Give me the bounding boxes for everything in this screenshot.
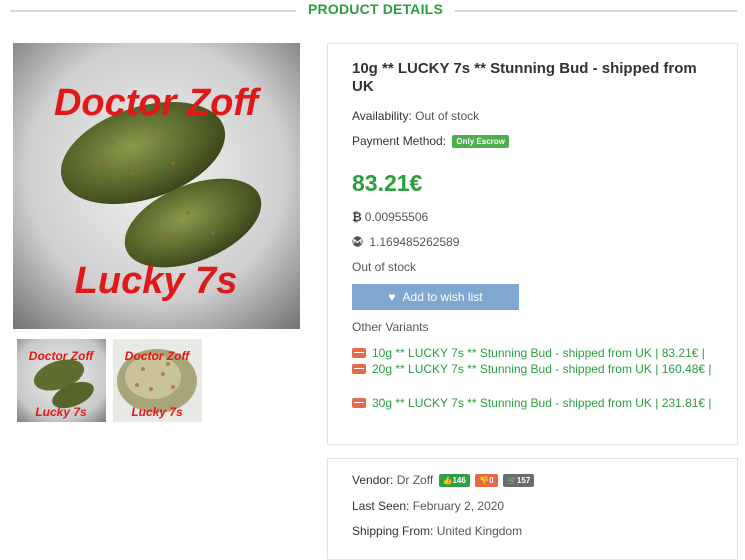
positive-count: 146: [452, 476, 466, 485]
thumbnail-caption-bottom: Lucky 7s: [35, 405, 87, 419]
divider-right: [455, 10, 737, 12]
product-price: 83.21€: [352, 170, 423, 196]
shipping-from-label: Shipping From:: [352, 524, 434, 538]
availability-value: Out of stock: [415, 109, 480, 123]
wishlist-label: Add to wish list: [402, 290, 483, 304]
variant-link-10g[interactable]: 10g ** LUCKY 7s ** Stunning Bud - shippe…: [352, 346, 705, 360]
positive-feedback-badge: 👍146: [438, 474, 470, 487]
product-info-card: 10g ** LUCKY 7s ** Stunning Bud - shippe…: [327, 43, 738, 445]
divider-left: [10, 10, 296, 12]
thumbnail-caption-top: Doctor Zoff: [125, 349, 190, 363]
image-caption-bottom: Lucky 7s: [75, 260, 238, 302]
variant-text: 20g ** LUCKY 7s ** Stunning Bud - shippe…: [372, 362, 712, 376]
escrow-badge: Only Escrow: [452, 135, 509, 148]
other-variants-label: Other Variants: [352, 320, 429, 334]
shop-icon: [352, 364, 366, 374]
variant-link-30g[interactable]: 30g ** LUCKY 7s ** Stunning Bud - shippe…: [352, 396, 712, 410]
btc-price: 0.00955506: [364, 210, 429, 224]
negative-count: 0: [489, 476, 494, 485]
variant-link-20g[interactable]: 20g ** LUCKY 7s ** Stunning Bud - shippe…: [352, 362, 712, 376]
payment-method-label: Payment Method:: [352, 134, 447, 148]
vendor-card: Vendor: Dr Zoff 👍146 👎0 🛒157 Last Seen: …: [327, 458, 738, 560]
variant-text: 10g ** LUCKY 7s ** Stunning Bud - shippe…: [372, 346, 705, 360]
monero-icon: [352, 235, 366, 249]
cart-icon: 🛒: [506, 476, 517, 485]
payment-method-row: Payment Method: Only Escrow: [352, 134, 509, 148]
main-product-image[interactable]: Doctor Zoff Lucky 7s: [13, 43, 300, 329]
stock-status: Out of stock: [352, 260, 417, 274]
xmr-price: 1.169485262589: [369, 235, 460, 249]
thumbnail-caption-bottom: Lucky 7s: [131, 405, 183, 419]
product-title: 10g ** LUCKY 7s ** Stunning Bud - shippe…: [352, 60, 697, 95]
thumbnail-2[interactable]: Doctor Zoff Lucky 7s: [113, 339, 202, 422]
vendor-row: Vendor: Dr Zoff 👍146 👎0 🛒157: [352, 473, 535, 487]
bitcoin-icon: ₿: [352, 210, 362, 224]
thumbnail-caption-top: Doctor Zoff: [29, 349, 94, 363]
shop-icon: [352, 348, 366, 358]
shipping-from-value: United Kingdom: [436, 524, 523, 538]
thumbnail-1[interactable]: Doctor Zoff Lucky 7s: [17, 339, 106, 422]
thumbs-up-icon: 👍: [442, 476, 453, 485]
thumbs-down-icon: 👎: [479, 476, 490, 485]
xmr-price-row: 1.169485262589: [352, 235, 459, 249]
last-seen-row: Last Seen: February 2, 2020: [352, 499, 504, 513]
availability-row: Availability: Out of stock: [352, 109, 479, 123]
btc-price-row: ₿ 0.00955506: [352, 210, 428, 224]
availability-label: Availability:: [352, 109, 412, 123]
image-caption-top: Doctor Zoff: [54, 82, 261, 124]
section-header: PRODUCT DETAILS: [0, 0, 745, 22]
shop-icon: [352, 398, 366, 408]
vendor-name[interactable]: Dr Zoff: [397, 473, 433, 487]
negative-feedback-badge: 👎0: [475, 474, 498, 487]
add-to-wishlist-button[interactable]: ♥ Add to wish list: [352, 284, 519, 310]
orders-count: 157: [516, 476, 531, 485]
orders-badge: 🛒157: [502, 474, 535, 487]
section-title: PRODUCT DETAILS: [308, 1, 443, 17]
vendor-label: Vendor:: [352, 473, 394, 487]
shipping-from-row: Shipping From: United Kingdom: [352, 524, 522, 538]
last-seen-label: Last Seen:: [352, 499, 410, 513]
variant-text: 30g ** LUCKY 7s ** Stunning Bud - shippe…: [372, 396, 712, 410]
last-seen-value: February 2, 2020: [412, 499, 505, 513]
heart-icon: ♥: [388, 290, 396, 304]
